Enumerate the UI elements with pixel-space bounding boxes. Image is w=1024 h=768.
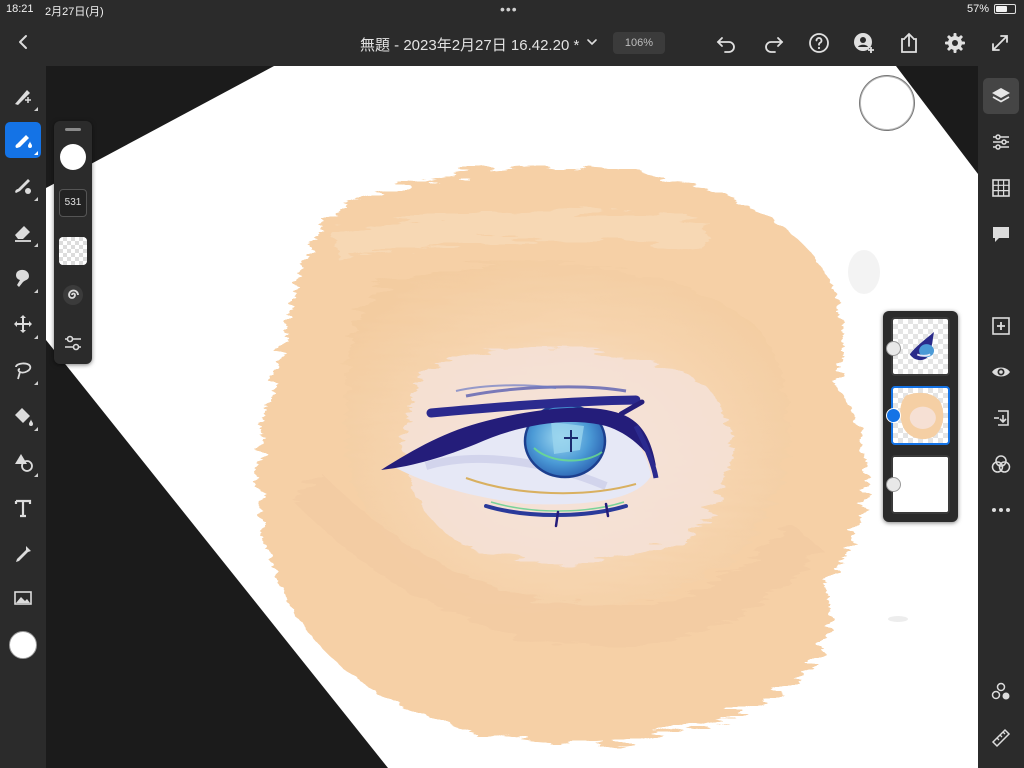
- redo-icon[interactable]: [760, 30, 786, 56]
- lasso-icon: [15, 362, 32, 380]
- paint-bucket-icon: [15, 408, 33, 426]
- back-icon[interactable]: [12, 30, 36, 54]
- eyedropper-tool[interactable]: [5, 536, 41, 572]
- blend-button[interactable]: [983, 446, 1019, 482]
- status-bar: 18:21 2月27日(月) ••• 57%: [0, 0, 1024, 22]
- paint-brush-tool[interactable]: [5, 122, 41, 158]
- import-button[interactable]: [983, 400, 1019, 436]
- brush-size-field[interactable]: 531: [59, 189, 87, 217]
- battery-percent: 57%: [966, 3, 989, 15]
- ruler-button[interactable]: [983, 720, 1019, 756]
- effects-icon: [991, 682, 1010, 700]
- brush-settings-icon[interactable]: [61, 331, 85, 355]
- visibility-button[interactable]: [983, 354, 1019, 390]
- lasso-tool[interactable]: [5, 352, 41, 388]
- help-icon[interactable]: [806, 30, 832, 56]
- shapes-icon: [15, 454, 33, 472]
- status-time: 18:21: [6, 3, 34, 15]
- shapes-tool[interactable]: [5, 444, 41, 480]
- canvas-color-indicator[interactable]: [860, 76, 914, 130]
- grid-icon: [992, 179, 1010, 197]
- visibility-icon: [992, 367, 1010, 377]
- status-date: 2月27日(月): [45, 6, 104, 18]
- comments-button[interactable]: [983, 216, 1019, 252]
- undo-icon[interactable]: [714, 30, 740, 56]
- left-toolbar: [0, 66, 46, 768]
- brush-settings-panel: 531: [54, 121, 92, 364]
- add-layer-button[interactable]: [983, 308, 1019, 344]
- smudge-tool[interactable]: [5, 260, 41, 296]
- move-tool[interactable]: [5, 306, 41, 342]
- layer-image-badge-icon: [886, 477, 901, 492]
- comments-icon: [993, 227, 1009, 242]
- right-toolbar: [978, 66, 1024, 768]
- chevron-down-icon[interactable]: [584, 34, 600, 50]
- fill-tool[interactable]: [5, 398, 41, 434]
- skin-thumbnail-icon: [900, 392, 944, 440]
- canvas-area[interactable]: [46, 66, 978, 768]
- effects-button[interactable]: [983, 674, 1019, 710]
- layers-panel: [883, 311, 958, 522]
- layer-properties-button[interactable]: [983, 124, 1019, 160]
- artboard[interactable]: [46, 66, 978, 768]
- zoom-level[interactable]: 106%: [613, 32, 665, 54]
- eyedropper-icon: [16, 546, 31, 562]
- share-icon[interactable]: [896, 30, 922, 56]
- sketch-tool[interactable]: [5, 78, 41, 114]
- eraser-icon: [15, 226, 31, 242]
- settings-icon[interactable]: [942, 30, 968, 56]
- multitasking-dots[interactable]: •••: [500, 1, 518, 17]
- layers-icon: [992, 88, 1010, 103]
- layer-paint-badge-icon: [886, 341, 901, 356]
- eye-thumbnail-icon: [909, 332, 935, 361]
- panel-grip[interactable]: [65, 128, 81, 131]
- title-bar: 無題 - 2023年2月27日 16.42.20 * 106%: [0, 22, 1024, 66]
- eraser-tool[interactable]: [5, 214, 41, 250]
- smudge-icon: [16, 269, 29, 287]
- foreground-color-swatch[interactable]: [9, 631, 37, 659]
- pencil-grid-icon: [15, 90, 31, 105]
- mixer-brush-tool[interactable]: [5, 168, 41, 204]
- invite-icon[interactable]: [851, 30, 877, 56]
- battery-indicator: 57%: [967, 3, 1016, 15]
- move-icon: [14, 315, 32, 333]
- add-layer-icon: [992, 317, 1010, 335]
- image-icon: [14, 591, 32, 605]
- battery-icon: [994, 4, 1016, 14]
- grid-button[interactable]: [983, 170, 1019, 206]
- brush-smudge: [848, 250, 880, 294]
- swirl-icon[interactable]: [61, 283, 85, 307]
- brush-drop-icon: [15, 135, 32, 148]
- blend-icon: [991, 455, 1011, 473]
- ruler-icon: [991, 728, 1011, 748]
- layer-selected-badge-icon: [886, 408, 901, 423]
- image-tool[interactable]: [5, 580, 41, 616]
- layer-properties-icon: [993, 134, 1009, 150]
- brush-color-swatch[interactable]: [60, 144, 86, 170]
- document-title[interactable]: 無題 - 2023年2月27日 16.42.20 *: [360, 34, 579, 55]
- fullscreen-icon[interactable]: [987, 30, 1013, 56]
- more-icon: [992, 508, 1010, 512]
- import-icon: [994, 410, 1009, 426]
- layers-button[interactable]: [983, 78, 1019, 114]
- mixer-brush-icon: [15, 179, 31, 194]
- brush-opacity-swatch[interactable]: [59, 237, 87, 265]
- text-tool[interactable]: [5, 490, 41, 526]
- more-button[interactable]: [983, 492, 1019, 528]
- text-icon: [14, 499, 32, 518]
